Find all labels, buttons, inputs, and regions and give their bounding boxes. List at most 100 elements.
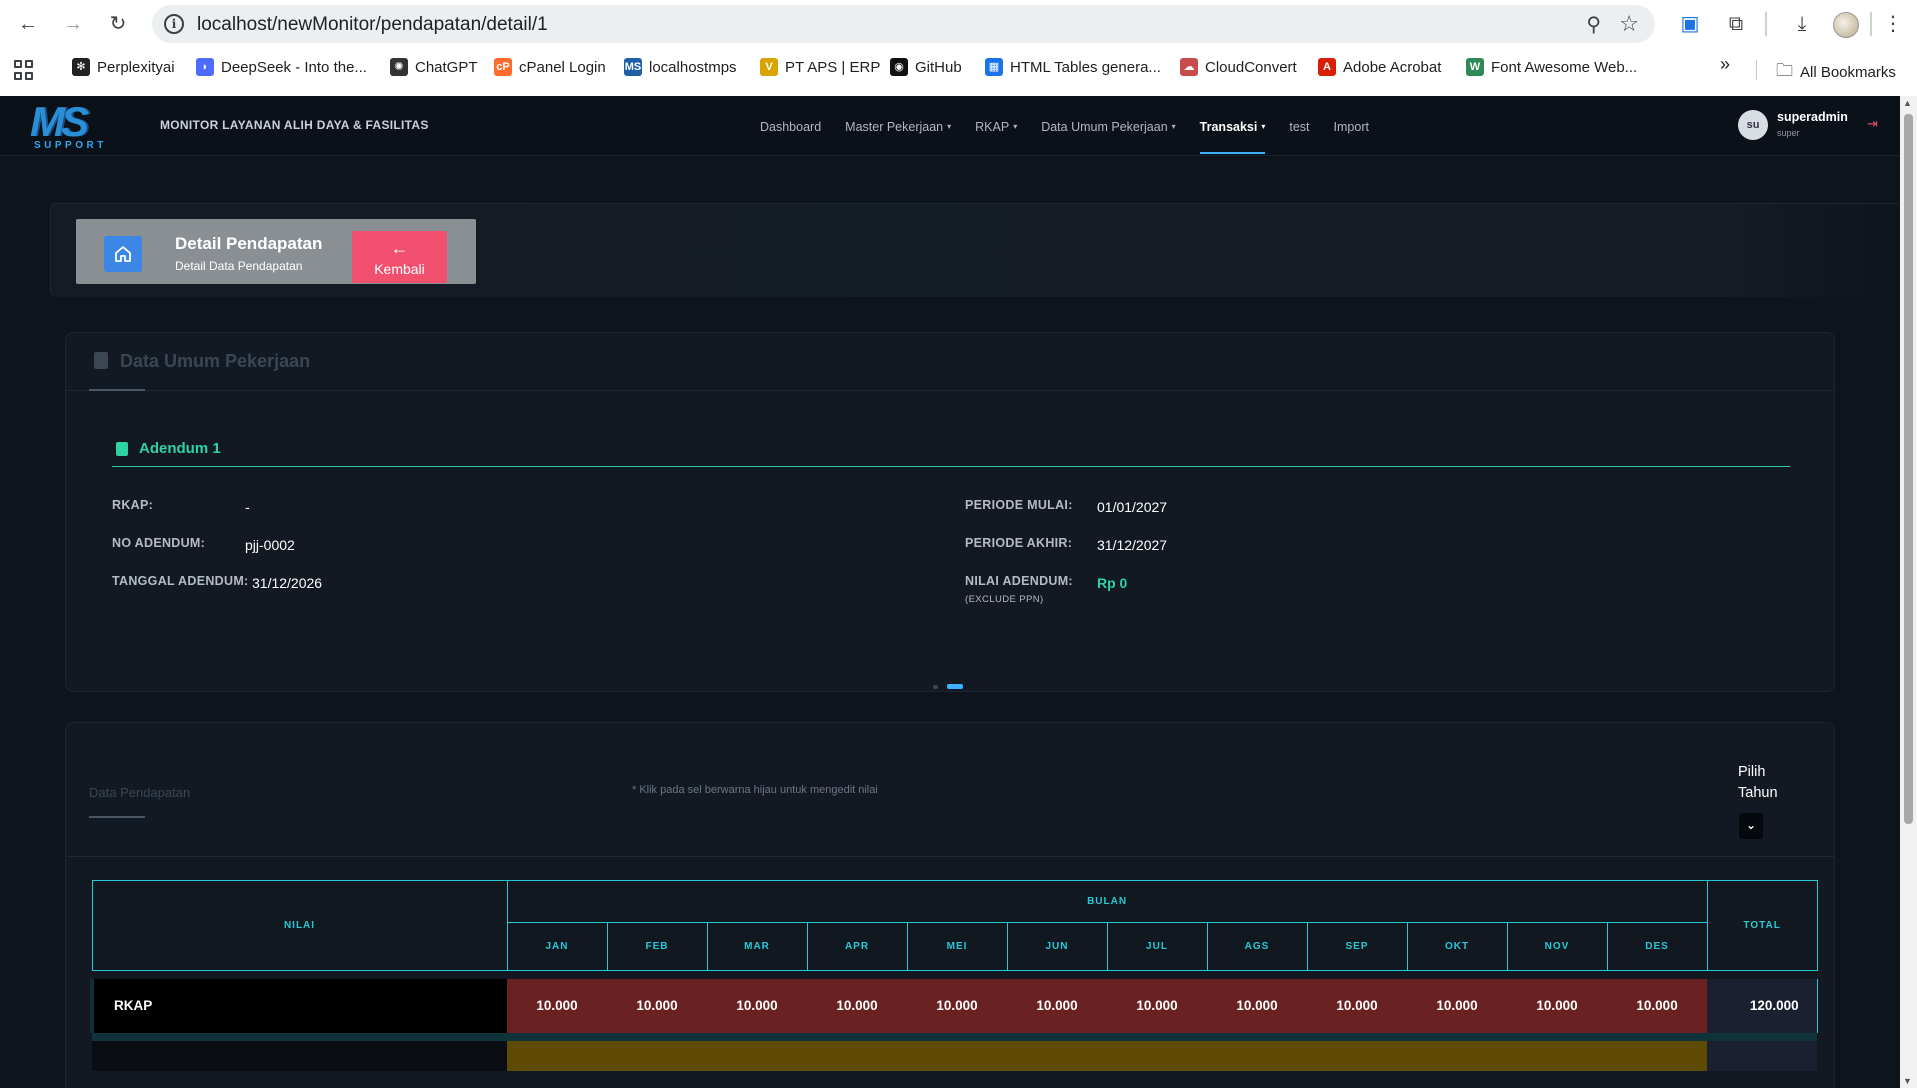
value-cell[interactable]: 10.000 — [907, 978, 1007, 1033]
month-header: AGS — [1206, 922, 1308, 971]
menu-item-transaksi[interactable]: Transaksi ▾ — [1199, 120, 1265, 154]
carousel-dot-active[interactable] — [947, 684, 963, 689]
user-role: super — [1777, 128, 1800, 138]
value-cell[interactable]: 10.000 — [1207, 978, 1307, 1033]
menu-item-import[interactable]: Import — [1334, 120, 1369, 152]
chevron-down-icon: ▾ — [947, 122, 952, 131]
bookmark-favicon-icon: W — [1466, 58, 1484, 76]
logo-subtitle: SUPPORT — [34, 140, 107, 151]
value-cell[interactable]: 10.000 — [1507, 978, 1607, 1033]
value-cell[interactable] — [807, 1040, 907, 1071]
value-cell[interactable]: 10.000 — [507, 978, 607, 1033]
kebab-menu-icon[interactable]: ⋮ — [1879, 10, 1907, 38]
data-umum-card: Data Umum Pekerjaan Adendum 1 RKAP: - NO… — [65, 332, 1835, 692]
menu-item-master-pekerjaan[interactable]: Master Pekerjaan ▾ — [845, 120, 951, 152]
forward-arrow-icon[interactable]: → — [59, 10, 87, 38]
value-cell[interactable] — [1607, 1040, 1708, 1071]
reload-icon[interactable]: ↻ — [104, 10, 132, 38]
bookmark-item[interactable]: ✻ Perplexityai — [72, 58, 175, 76]
logo-mark: MS — [30, 98, 89, 145]
bookmark-item[interactable]: W Font Awesome Web... — [1466, 58, 1637, 76]
value-cell[interactable] — [1007, 1040, 1107, 1071]
row-name: RKAP — [90, 978, 507, 1033]
value-cell[interactable] — [507, 1040, 607, 1071]
zoom-icon[interactable]: ⚲ — [1586, 12, 1601, 37]
bookmark-favicon-icon: V — [760, 58, 778, 76]
value-cell[interactable] — [1307, 1040, 1407, 1071]
value-cell[interactable]: 10.000 — [607, 978, 707, 1033]
value-cell[interactable] — [1207, 1040, 1307, 1071]
bookmark-item[interactable]: cP cPanel Login — [494, 58, 606, 76]
carousel-indicator[interactable] — [933, 684, 963, 690]
tab-underline — [89, 816, 145, 818]
scroll-down-arrow-icon[interactable]: ▼ — [1903, 1076, 1912, 1086]
value-cell[interactable]: 10.000 — [1407, 978, 1507, 1033]
menu-item-test[interactable]: test — [1289, 120, 1309, 152]
bookmark-item[interactable]: ☁ CloudConvert — [1180, 58, 1297, 76]
bookmark-item[interactable]: ▦ HTML Tables genera... — [985, 58, 1161, 76]
table-spacer — [92, 970, 1818, 979]
bookmark-item[interactable]: ◉ GitHub — [890, 58, 962, 76]
browser-toolbar: ← → ↻ i localhost/newMonitor/pendapatan/… — [0, 0, 1917, 48]
menu-item-rkap[interactable]: RKAP ▾ — [975, 120, 1017, 152]
screen-cast-icon[interactable]: ▣ — [1676, 10, 1704, 38]
bookmark-item[interactable]: A Adobe Acrobat — [1318, 58, 1441, 76]
back-arrow-icon[interactable]: ← — [14, 10, 42, 38]
value-cell[interactable] — [1507, 1040, 1607, 1071]
logout-icon[interactable]: ⇥ — [1867, 116, 1878, 132]
bookmarks-overflow-icon[interactable]: » — [1720, 54, 1730, 75]
page-scrollbar[interactable]: ▲ ▼ — [1900, 96, 1917, 1088]
menu-item-label: Master Pekerjaan — [845, 120, 944, 134]
value-cell[interactable]: 10.000 — [1307, 978, 1407, 1033]
value-cell[interactable] — [607, 1040, 707, 1071]
value-cell[interactable] — [1107, 1040, 1207, 1071]
menu-item-dashboard[interactable]: Dashboard — [760, 120, 821, 152]
data-umum-header: Data Umum Pekerjaan — [66, 333, 1834, 391]
download-icon[interactable]: ⤓ — [1788, 10, 1816, 38]
scroll-up-arrow-icon[interactable]: ▲ — [1903, 98, 1912, 108]
scrollbar-thumb[interactable] — [1904, 114, 1913, 824]
rkap-value: - — [245, 499, 250, 515]
url-text[interactable]: localhost/newMonitor/pendapatan/detail/1 — [197, 14, 548, 36]
data-umum-title: Data Umum Pekerjaan — [120, 351, 311, 371]
month-header: SEP — [1306, 922, 1408, 971]
menu-item-data-umum-pekerjaan[interactable]: Data Umum Pekerjaan ▾ — [1041, 120, 1175, 152]
month-header: NOV — [1506, 922, 1608, 971]
all-bookmarks-button[interactable]: 🗀 All Bookmarks — [1776, 58, 1896, 87]
bookmark-item[interactable]: ✺ ChatGPT — [390, 58, 478, 76]
value-cell[interactable]: 10.000 — [1107, 978, 1207, 1033]
address-bar[interactable]: i localhost/newMonitor/pendapatan/detail… — [152, 5, 1655, 43]
value-cell[interactable]: 10.000 — [807, 978, 907, 1033]
tanggal-adendum-value: 31/12/2026 — [252, 575, 323, 591]
bookmark-item[interactable]: V PT APS | ERP — [760, 58, 880, 76]
rkap-label: RKAP: — [112, 498, 154, 512]
bookmark-label: cPanel Login — [519, 58, 606, 76]
back-button[interactable]: ← Kembali — [352, 231, 447, 283]
value-cell[interactable] — [907, 1040, 1007, 1071]
value-cell[interactable] — [1407, 1040, 1507, 1071]
nilai-adendum-value: Rp 0 — [1097, 575, 1128, 591]
month-header: OKT — [1406, 922, 1508, 971]
user-avatar[interactable]: su — [1738, 110, 1768, 140]
bookmark-star-icon[interactable]: ☆ — [1619, 11, 1639, 37]
periode-akhir-value: 31/12/2027 — [1097, 537, 1168, 553]
value-cell[interactable]: 10.000 — [1007, 978, 1107, 1033]
bookmark-item[interactable]: ◗ DeepSeek - Into the... — [196, 58, 367, 76]
bookmark-favicon-icon: MS — [624, 58, 642, 76]
year-dropdown-button[interactable]: ⌄ — [1739, 813, 1763, 839]
app-logo[interactable]: MS SUPPORT — [30, 98, 110, 152]
table-row — [92, 1040, 1818, 1071]
carousel-dot[interactable] — [933, 685, 938, 689]
profile-avatar[interactable] — [1833, 12, 1859, 38]
value-cell[interactable]: 10.000 — [1607, 978, 1708, 1033]
page-content: Detail Pendapatan Detail Data Pendapatan… — [0, 157, 1900, 1088]
year-select-label: Pilih Tahun — [1738, 764, 1778, 801]
user-name[interactable]: superadmin — [1777, 110, 1848, 124]
bookmark-item[interactable]: MS localhostmps — [624, 58, 737, 76]
site-info-icon[interactable]: i — [164, 14, 184, 34]
value-cell[interactable]: 10.000 — [707, 978, 807, 1033]
back-button-label: Kembali — [374, 261, 425, 277]
extensions-icon[interactable]: ⧉ — [1722, 10, 1750, 38]
value-cell[interactable] — [707, 1040, 807, 1071]
month-header: JAN — [506, 922, 608, 971]
